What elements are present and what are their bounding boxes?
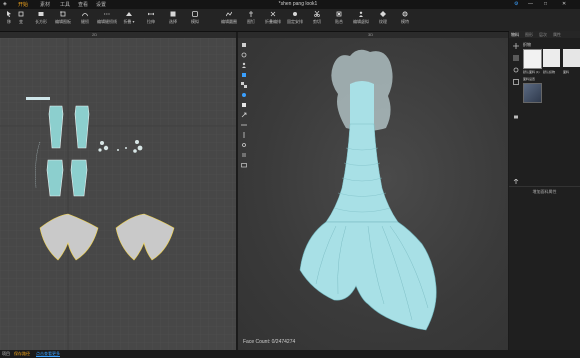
hand-icon[interactable] (241, 142, 247, 148)
shading-icon[interactable] (241, 92, 247, 98)
section-title: 织物 (523, 42, 531, 47)
line-icon[interactable] (241, 122, 247, 128)
pattern-piece-bodice-back-right[interactable] (70, 159, 88, 197)
select-3d-icon (170, 11, 176, 17)
menu-item-view[interactable]: 查看 (78, 1, 88, 8)
object-browser-panel: 物料 图形 层次 属性 织物 默认面料 (1) 默认织物 面料 面料设置 增加面… (509, 31, 580, 350)
tool-label: 模拟 (191, 19, 199, 24)
tool-simulate[interactable]: 模拟 (182, 11, 208, 25)
window-title: *shen pang look1 (278, 1, 318, 7)
status-warning: 保存路径 (14, 351, 30, 356)
avatar-window[interactable]: Face Count: 0/2474274 (238, 38, 508, 350)
swatch-export-icon[interactable] (513, 179, 519, 185)
orbit-icon[interactable] (241, 52, 247, 58)
swatch-tile-dark[interactable] (523, 83, 542, 103)
view-icon[interactable] (241, 42, 247, 48)
swatch-lock-icon[interactable] (513, 113, 519, 119)
tool-model[interactable]: 模特 (392, 11, 418, 25)
maximize-button[interactable]: □ (544, 1, 547, 7)
pin-view-icon[interactable] (241, 132, 247, 138)
garment-bodice[interactable] (350, 81, 374, 127)
swatch-label-3: 面料 (563, 70, 570, 74)
swatch-list-icon[interactable] (513, 55, 519, 61)
texture-view-icon[interactable] (241, 102, 247, 108)
fold-icon (126, 12, 132, 16)
simulate-icon (192, 11, 198, 17)
swatch-tile-1[interactable] (523, 49, 542, 69)
menu-item-tools[interactable]: 工具 (60, 1, 70, 8)
title-bar: ◈ 开始 素材 工具 查看 设置 *shen pang look1 ⚙ — □ … (0, 0, 580, 9)
app-logo-icon[interactable]: ◈ (3, 1, 7, 7)
swatch-tile-2[interactable] (543, 49, 560, 67)
arrange-point-icon (293, 12, 297, 16)
avatar-window-tag: 3D (368, 32, 374, 37)
rectangle-icon (38, 12, 44, 16)
avatar-vertical-toolbar (239, 40, 250, 170)
fold-arrange-icon (270, 11, 276, 17)
tab-shape[interactable]: 图形 (525, 32, 533, 38)
trim-icon (314, 11, 320, 17)
swatch-tools (513, 41, 521, 191)
avatar-icon[interactable] (241, 62, 247, 68)
swatch-tile-3[interactable] (563, 49, 580, 67)
garment-tail-fin[interactable] (299, 221, 437, 331)
right-panel-tabs: 物料 图形 层次 属性 (509, 31, 580, 38)
minimize-button[interactable]: — (528, 1, 533, 7)
tool-label: 模特 (401, 19, 409, 24)
avatar-canvas[interactable]: Face Count: 0/2474274 (238, 38, 508, 350)
pattern-grid (0, 38, 236, 350)
divider (509, 186, 580, 187)
stack-icon[interactable] (241, 152, 247, 158)
tab-property[interactable]: 属性 (553, 32, 561, 38)
pattern-canvas[interactable] (0, 38, 236, 350)
transform-icon (18, 11, 24, 17)
swatch-label-2: 默认织物 (543, 70, 556, 74)
swatch-label-1: 默认面料 (1) (523, 70, 540, 74)
face-count: Face Count: 0/2474274 (243, 339, 295, 345)
tab-material[interactable]: 物料 (511, 32, 519, 38)
garment-tail-body[interactable] (325, 123, 399, 223)
texture-icon (380, 11, 386, 17)
arrow-icon[interactable] (241, 112, 247, 118)
status-bar: 项目 保存路径 点击查看更多 (0, 350, 580, 358)
seam-icon (82, 13, 88, 17)
status-left: 项目 (2, 351, 10, 356)
edit-seam-icon (104, 13, 110, 15)
swatch-grid-icon[interactable] (513, 79, 519, 85)
pattern-window-tag: 2D (92, 32, 98, 37)
fit-icon (336, 11, 342, 17)
stretch-icon (148, 12, 154, 16)
edit-pattern-icon (60, 11, 66, 17)
camera-icon[interactable] (241, 162, 247, 168)
status-link[interactable]: 点击查看更多 (36, 351, 60, 357)
swatch-add-icon[interactable] (513, 43, 519, 49)
pattern-piece-bodice-back-left[interactable] (46, 159, 64, 197)
checker-icon[interactable] (241, 82, 247, 88)
toolbar: 移 变 长方形 编辑图板 缝纫 编辑缝纫线 折叠 ▾ 拉伸 选择 模拟 编辑圆圈… (0, 9, 580, 32)
garment-icon[interactable] (241, 72, 247, 78)
avatar-edit-icon (359, 11, 363, 17)
settings-icon (402, 11, 408, 17)
tab-layer[interactable]: 层次 (539, 32, 547, 38)
sub-title: 面料设置 (523, 77, 536, 81)
pattern-label (26, 97, 50, 100)
arrange-icon (226, 11, 232, 17)
menu-item-material[interactable]: 素材 (40, 1, 50, 8)
close-button[interactable]: ✕ (562, 1, 566, 7)
menu-item-settings[interactable]: 设置 (96, 1, 106, 8)
settings-icon[interactable]: ⚙ (514, 1, 518, 7)
menu-item-start[interactable]: 开始 (18, 1, 28, 8)
swatch-settings-icon[interactable] (513, 67, 519, 73)
pin-icon (249, 11, 253, 17)
add-material-property-button[interactable]: 增加面料属性 (509, 189, 580, 195)
pattern-window[interactable] (0, 38, 236, 350)
